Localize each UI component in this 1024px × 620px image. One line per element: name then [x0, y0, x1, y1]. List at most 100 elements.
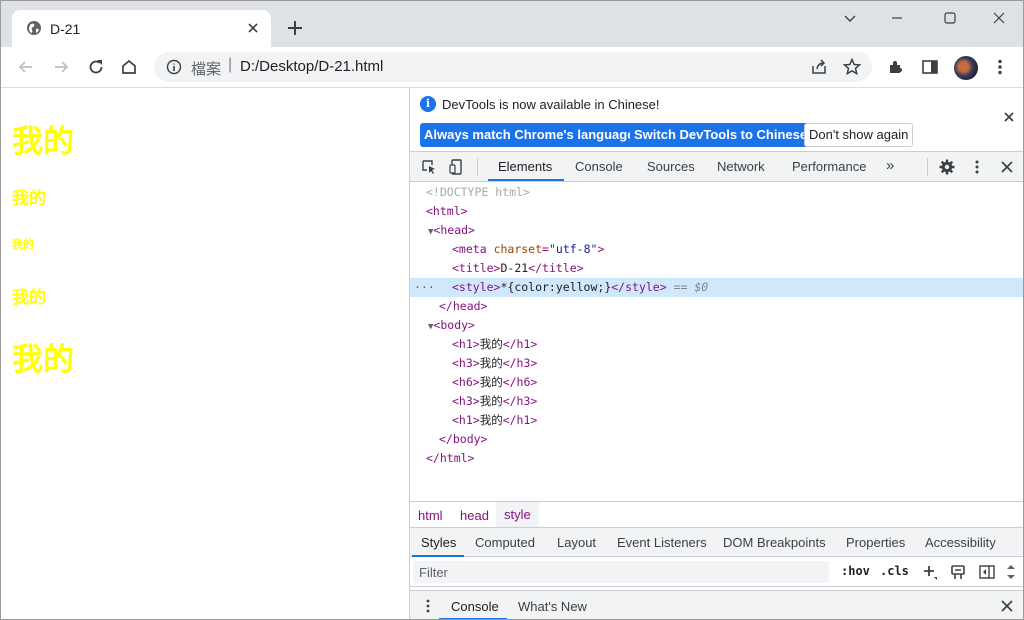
minimize-icon[interactable]: [886, 7, 908, 29]
profile-avatar[interactable]: [954, 56, 978, 80]
collapse-triangle-icon[interactable]: ▼: [410, 227, 433, 237]
bookmark-star-icon[interactable]: [842, 57, 862, 77]
drawer-tab-whats-new[interactable]: What's New: [518, 599, 587, 614]
dom-node-h3[interactable]: <h3>我的</h3>: [410, 392, 1023, 411]
hover-state-toggle[interactable]: :hov: [841, 564, 870, 578]
head-open-tag: <head>: [433, 223, 475, 237]
address-bar[interactable]: 檔案 | D:/Desktop/D-21.html: [154, 52, 872, 82]
page-heading-h3: 我的: [12, 189, 46, 209]
toolbar-divider: [927, 158, 928, 176]
info-icon: i: [420, 96, 436, 112]
dom-node-meta[interactable]: <meta charset="utf-8">: [410, 240, 1023, 259]
globe-icon: [27, 21, 41, 35]
switch-chinese-button[interactable]: Switch DevTools to Chinese: [630, 123, 812, 147]
settings-gear-icon[interactable]: [938, 158, 956, 176]
maximize-icon[interactable]: [939, 7, 961, 29]
match-language-button[interactable]: Always match Chrome's language: [420, 123, 639, 147]
dom-node-html[interactable]: <html>: [410, 202, 1023, 221]
toggle-sidebar-icon[interactable]: [978, 563, 996, 581]
node-actions-ellipsis[interactable]: ···: [414, 278, 435, 297]
dom-node-doctype[interactable]: <!DOCTYPE html>: [410, 183, 1023, 202]
dom-tree: <!DOCTYPE html> <html> ▼<head> <meta cha…: [410, 182, 1023, 500]
dom-node-h1[interactable]: <h1>我的</h1>: [410, 335, 1023, 354]
tab-styles[interactable]: Styles: [421, 535, 456, 550]
element-state-icon[interactable]: [949, 563, 967, 581]
h1-open-tag: <h1>: [452, 337, 480, 351]
browser-tab[interactable]: D-21: [12, 10, 271, 47]
drawer-tab-console[interactable]: Console: [451, 599, 499, 614]
title-text: D-21: [500, 261, 529, 275]
close-drawer-icon[interactable]: [999, 598, 1015, 614]
tab-performance[interactable]: Performance: [792, 159, 866, 174]
customize-menu-icon[interactable]: [968, 158, 986, 176]
tab-network[interactable]: Network: [717, 159, 765, 174]
tab-event-listeners[interactable]: Event Listeners: [617, 535, 707, 550]
close-devtools-icon[interactable]: [998, 158, 1016, 176]
dom-node-style-selected[interactable]: ··· <style>*{color:yellow;}</style> == $0: [410, 278, 1023, 297]
tab-computed[interactable]: Computed: [475, 535, 535, 550]
breadcrumb-html[interactable]: html: [418, 508, 443, 523]
back-icon[interactable]: [16, 57, 36, 77]
tab-accessibility[interactable]: Accessibility: [925, 535, 996, 550]
tab-title: D-21: [50, 21, 81, 37]
share-icon[interactable]: [809, 57, 829, 77]
url-separator: |: [228, 56, 233, 73]
close-infobar-icon[interactable]: [1002, 110, 1016, 124]
new-tab-icon[interactable]: [285, 18, 305, 38]
dom-node-head-close[interactable]: </head>: [410, 297, 1023, 316]
dom-node-body[interactable]: ▼<body>: [410, 316, 1023, 335]
dom-node-head[interactable]: ▼<head>: [410, 221, 1023, 240]
meta-attr-eq: =: [542, 242, 549, 256]
tab-console[interactable]: Console: [575, 159, 623, 174]
dom-node-h3[interactable]: <h3>我的</h3>: [410, 354, 1023, 373]
dom-node-h1[interactable]: <h1>我的</h1>: [410, 411, 1023, 430]
collapse-triangle-icon[interactable]: ▼: [410, 322, 433, 332]
page-viewport: 我的 我的 我的 我的 我的: [1, 88, 409, 619]
tab-layout[interactable]: Layout: [557, 535, 596, 550]
devtools-tabbar: Elements Console Sources Network Perform…: [410, 152, 1023, 182]
infobar-message: DevTools is now available in Chinese!: [442, 97, 660, 112]
close-window-icon[interactable]: [988, 7, 1010, 29]
browser-window: D-21 檔案 | D:/Desktop/D-21.html 我的 我的 我的 …: [0, 0, 1024, 620]
body-close-tag: </body>: [439, 432, 488, 446]
reload-icon[interactable]: [86, 57, 106, 77]
html-open-tag: <html>: [426, 204, 468, 218]
inspect-element-icon[interactable]: [420, 158, 438, 176]
extensions-icon[interactable]: [886, 57, 906, 77]
more-tabs-icon[interactable]: »: [886, 157, 894, 174]
device-toolbar-icon[interactable]: [448, 158, 466, 176]
html-close-tag: </html>: [426, 451, 475, 465]
side-panel-icon[interactable]: [920, 57, 940, 77]
tab-sources[interactable]: Sources: [647, 159, 695, 174]
h3-open-tag: <h3>: [452, 394, 480, 408]
h3-text: 我的: [479, 356, 503, 370]
page-heading-h1: 我的: [12, 342, 74, 378]
class-toggle[interactable]: .cls: [880, 564, 909, 578]
forward-icon[interactable]: [51, 57, 71, 77]
url-text[interactable]: D:/Desktop/D-21.html: [240, 58, 383, 75]
dont-show-again-button[interactable]: Don't show again: [804, 123, 914, 147]
close-tab-icon[interactable]: [244, 19, 262, 37]
dom-node-title[interactable]: <title>D-21</title>: [410, 259, 1023, 278]
page-heading-h3: 我的: [12, 288, 46, 308]
more-menu-icon[interactable]: [990, 57, 1010, 77]
style-close-tag: </style>: [611, 280, 667, 294]
dom-node-h6[interactable]: <h6>我的</h6>: [410, 373, 1023, 392]
drawer-menu-icon[interactable]: [420, 598, 436, 614]
site-info-icon[interactable]: [166, 59, 182, 75]
new-style-rule-icon[interactable]: [921, 563, 939, 581]
breadcrumb-head[interactable]: head: [460, 508, 489, 523]
home-icon[interactable]: [119, 57, 139, 77]
tab-properties[interactable]: Properties: [846, 535, 905, 550]
url-scheme-label: 檔案: [191, 61, 222, 78]
dom-node-html-close[interactable]: </html>: [410, 449, 1023, 468]
tab-elements[interactable]: Elements: [498, 159, 552, 174]
breadcrumb-style[interactable]: style: [496, 502, 539, 527]
styles-filter-input[interactable]: [413, 561, 829, 583]
tab-dom-breakpoints[interactable]: DOM Breakpoints: [723, 535, 826, 550]
dom-node-body-close[interactable]: </body>: [410, 430, 1023, 449]
scrollbar-arrows-icon[interactable]: [1004, 563, 1018, 581]
tab-search-icon[interactable]: [839, 7, 861, 29]
meta-tag-open: <meta: [452, 242, 487, 256]
active-tab-indicator: [488, 179, 564, 181]
